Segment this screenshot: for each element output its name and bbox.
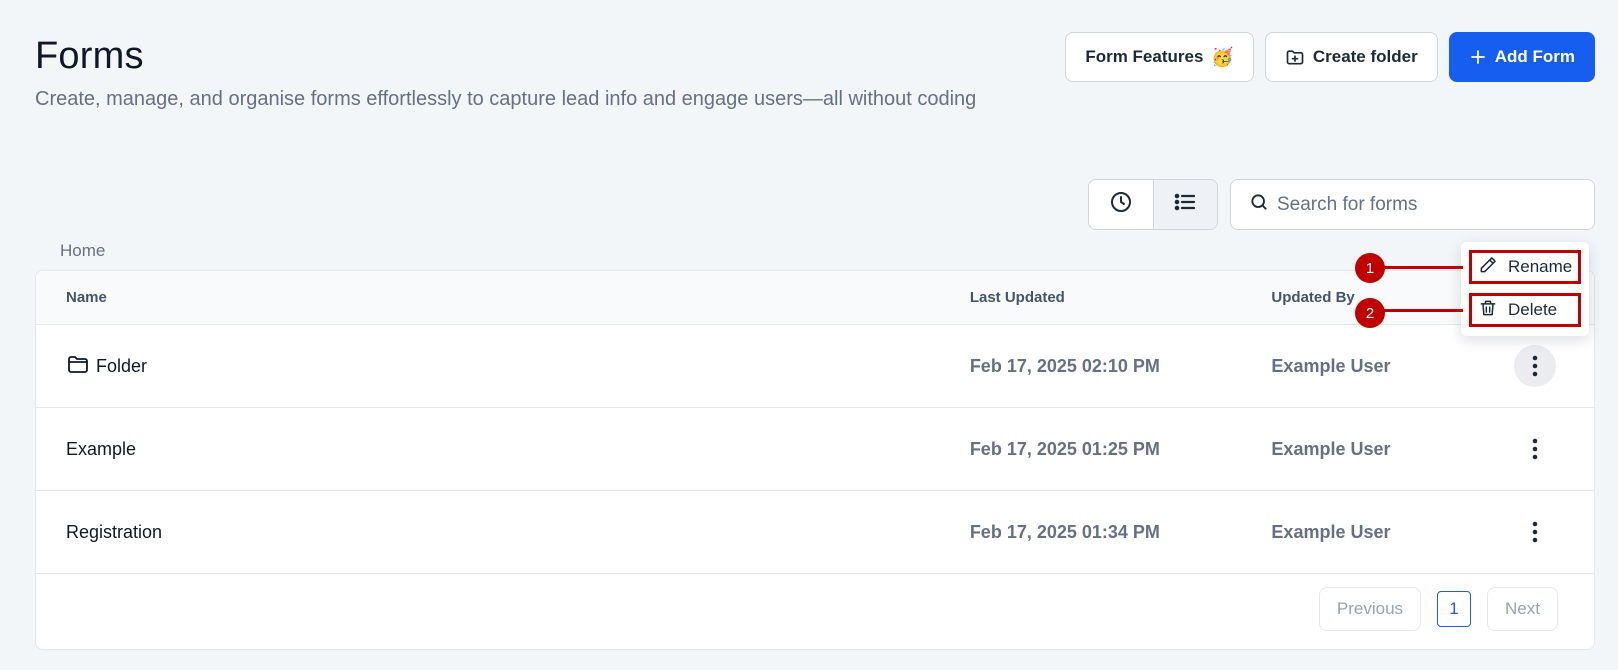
party-emoji-icon: 🥳 [1211,46,1234,67]
row-last-updated: Feb 17, 2025 01:25 PM [969,438,1160,459]
folder-icon [66,352,90,381]
row-updated-by: Example User [1271,521,1391,542]
page-number-current[interactable]: 1 [1437,591,1472,627]
row-updated-by: Example User [1271,438,1391,459]
row-menu-button[interactable] [1514,345,1557,387]
trash-icon [1478,298,1498,323]
annotation-marker-2: 2 [1355,298,1385,328]
create-folder-button[interactable]: Create folder [1264,32,1438,82]
row-menu-button[interactable] [1514,511,1556,553]
forms-table: Name Last Updated Updated By Folder Feb … [35,270,1595,650]
page-subtitle: Create, manage, and organise forms effor… [35,88,977,110]
table-row[interactable]: Example Feb 17, 2025 01:25 PM Example Us… [36,408,1594,491]
folder-plus-icon [1285,47,1305,67]
view-toggle [1088,179,1218,230]
recent-view-button[interactable] [1089,180,1153,229]
row-name[interactable]: Folder [96,356,147,377]
table-row[interactable]: Folder Feb 17, 2025 02:10 PM Example Use… [36,325,1594,408]
pagination: Previous 1 Next [1318,587,1558,631]
annotation-line-2 [1383,309,1463,312]
search-icon [1249,192,1269,217]
next-page-button[interactable]: Next [1487,587,1558,631]
plus-icon [1469,48,1487,66]
list-view-button[interactable] [1152,180,1217,229]
form-features-label: Form Features [1085,47,1204,66]
annotation-line-1 [1383,266,1463,269]
row-last-updated: Feb 17, 2025 01:34 PM [969,521,1160,542]
row-name[interactable]: Example [66,439,136,460]
create-folder-label: Create folder [1312,47,1418,66]
page-header: Forms Create, manage, and organise forms… [35,30,995,114]
row-name[interactable]: Registration [66,522,162,543]
column-header-name: Name [66,289,107,306]
row-last-updated: Feb 17, 2025 02:10 PM [969,355,1160,376]
row-updated-by: Example User [1271,355,1391,376]
column-header-last-updated: Last Updated [969,289,1065,306]
annotation-marker-1: 1 [1355,253,1385,283]
add-form-button[interactable]: Add Form [1448,32,1595,82]
header-actions: Form Features 🥳 Create folder Add Form [1065,32,1595,82]
add-form-label: Add Form [1494,47,1575,66]
breadcrumb[interactable]: Home [60,241,105,261]
search-input[interactable] [1277,193,1577,216]
pencil-icon [1478,255,1498,280]
delete-label: Delete [1508,300,1558,319]
more-vertical-icon [1532,438,1538,460]
more-vertical-icon [1532,521,1538,543]
rename-label: Rename [1508,257,1573,276]
row-menu-button[interactable] [1514,428,1556,470]
row-context-menu: Rename Delete [1461,242,1589,336]
search-box [1230,179,1595,230]
form-features-button[interactable]: Form Features 🥳 [1065,32,1254,82]
clock-icon [1109,190,1133,219]
previous-page-button[interactable]: Previous [1318,587,1422,631]
delete-menu-item[interactable]: Delete [1469,293,1581,327]
rename-menu-item[interactable]: Rename [1469,250,1581,284]
more-vertical-icon [1532,355,1538,377]
table-row[interactable]: Registration Feb 17, 2025 01:34 PM Examp… [36,491,1594,574]
list-icon [1173,190,1197,219]
page-title: Forms [35,35,144,77]
